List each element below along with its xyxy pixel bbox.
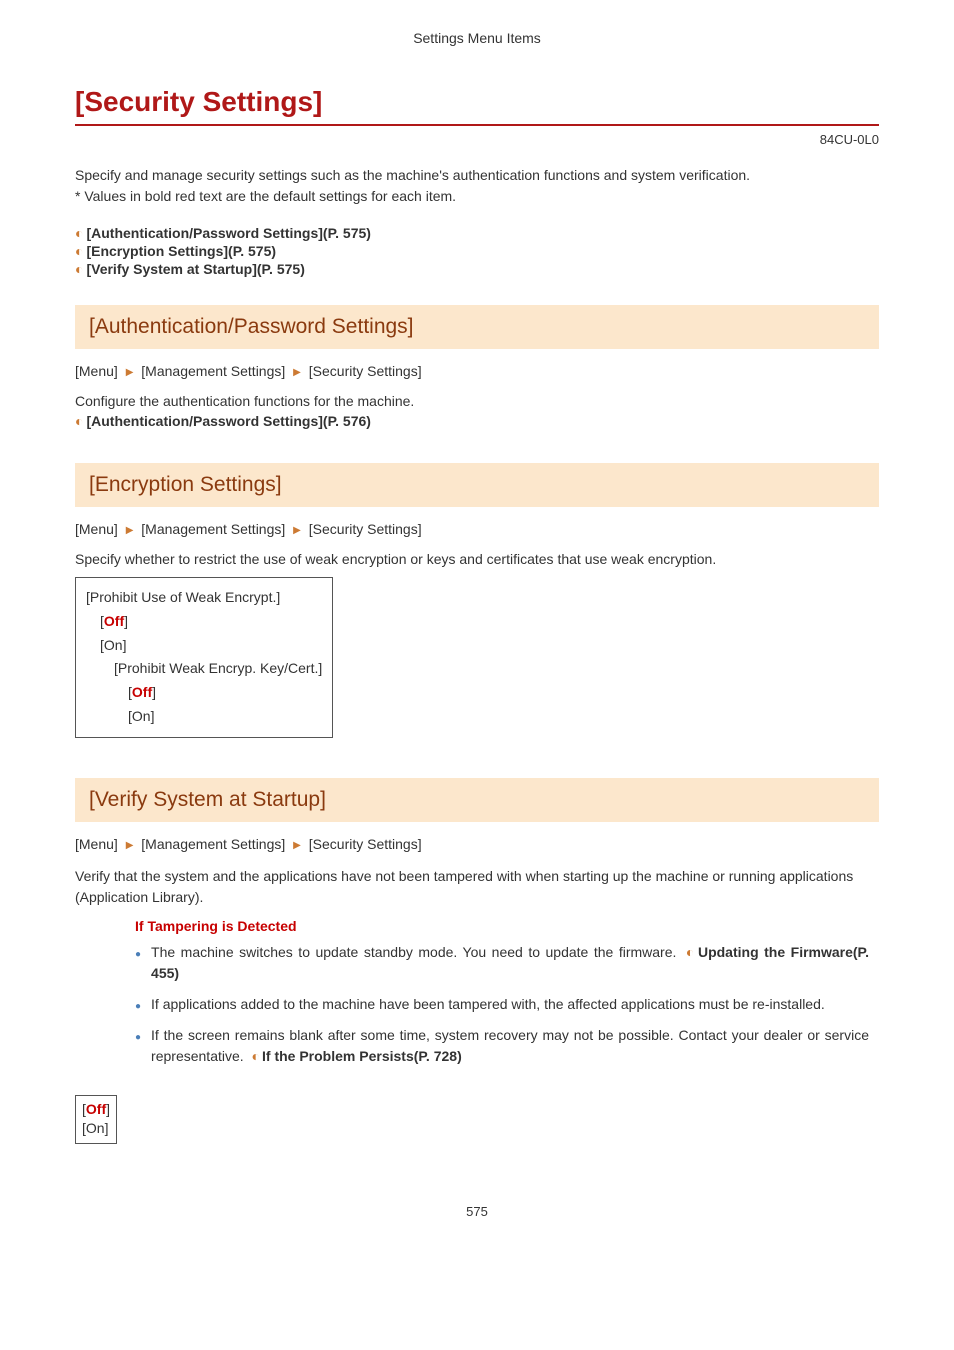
inline-link-problem-persists[interactable]: If the Problem Persists(P. 728) <box>262 1048 462 1064</box>
default-value: Off <box>104 613 124 629</box>
bullet-icon: ● <box>135 999 141 1015</box>
bullet-item: ● If the screen remains blank after some… <box>135 1025 869 1067</box>
bc-sec: [Security Settings] <box>309 521 422 537</box>
setting-label: [Prohibit Weak Encryp. Key/Cert.] <box>86 657 322 681</box>
bc-mgmt: [Management Settings] <box>141 836 285 852</box>
bc-menu: [Menu] <box>75 836 118 852</box>
link-icon: ◐ <box>75 226 83 240</box>
bullet-icon: ● <box>135 947 141 984</box>
bullet-text: The machine switches to update standby m… <box>151 942 869 984</box>
setting-option-off: [Off] <box>86 610 322 634</box>
link-icon: ◐ <box>75 244 83 258</box>
document-id: 84CU-0L0 <box>75 132 879 147</box>
bc-menu: [Menu] <box>75 521 118 537</box>
toc: ◐ [Authentication/Password Settings](P. … <box>75 225 879 277</box>
section-heading-auth: [Authentication/Password Settings] <box>75 305 879 349</box>
setting-option-on: [On] <box>86 705 322 729</box>
breadcrumb: [Menu] ▶ [Management Settings] ▶ [Securi… <box>75 521 879 537</box>
bullet-list: ● The machine switches to update standby… <box>135 942 869 1067</box>
setting-option-on: [On] <box>86 634 322 658</box>
setting-label: [Prohibit Use of Weak Encrypt.] <box>86 586 322 610</box>
sub-link-auth[interactable]: ◐ [Authentication/Password Settings](P. … <box>75 413 879 429</box>
bullet-item: ● The machine switches to update standby… <box>135 942 869 984</box>
page-container: Settings Menu Items [Security Settings] … <box>0 0 954 1279</box>
section-desc: Specify whether to restrict the use of w… <box>75 551 879 567</box>
callout-title: If Tampering is Detected <box>135 918 879 934</box>
section-desc: Configure the authentication functions f… <box>75 393 879 409</box>
page-header: Settings Menu Items <box>75 30 879 46</box>
toc-text: [Encryption Settings](P. 575) <box>86 243 276 259</box>
page-number: 575 <box>75 1204 879 1219</box>
bc-menu: [Menu] <box>75 363 118 379</box>
sub-link-text: [Authentication/Password Settings](P. 57… <box>86 413 370 429</box>
bc-sec: [Security Settings] <box>309 836 422 852</box>
setting-option-off: [Off] <box>82 1100 110 1120</box>
setting-option-on: [On] <box>82 1119 110 1139</box>
setting-option-off: [Off] <box>86 681 322 705</box>
intro-line-2: * Values in bold red text are the defaul… <box>75 186 879 207</box>
default-value: Off <box>86 1101 106 1117</box>
section-heading-verify: [Verify System at Startup] <box>75 778 879 822</box>
toc-item-encryption[interactable]: ◐ [Encryption Settings](P. 575) <box>75 243 879 259</box>
arrow-icon: ▶ <box>126 840 134 851</box>
bc-sec: [Security Settings] <box>309 363 422 379</box>
intro-block: Specify and manage security settings suc… <box>75 165 879 207</box>
link-icon: ◐ <box>252 1048 260 1064</box>
bc-mgmt: [Management Settings] <box>141 363 285 379</box>
section-desc: Verify that the system and the applicati… <box>75 866 879 908</box>
settings-box-verify: [Off] [On] <box>75 1095 117 1144</box>
arrow-icon: ▶ <box>126 367 134 378</box>
link-icon: ◐ <box>75 262 83 276</box>
bullet-text: If applications added to the machine hav… <box>151 994 869 1015</box>
arrow-icon: ▶ <box>293 367 301 378</box>
default-value: Off <box>132 684 152 700</box>
toc-text: [Verify System at Startup](P. 575) <box>86 261 304 277</box>
toc-text: [Authentication/Password Settings](P. 57… <box>86 225 370 241</box>
arrow-icon: ▶ <box>293 840 301 851</box>
arrow-icon: ▶ <box>293 525 301 536</box>
section-heading-encryption: [Encryption Settings] <box>75 463 879 507</box>
intro-line-1: Specify and manage security settings suc… <box>75 165 879 186</box>
toc-item-auth[interactable]: ◐ [Authentication/Password Settings](P. … <box>75 225 879 241</box>
bullet-icon: ● <box>135 1030 141 1067</box>
page-title: [Security Settings] <box>75 86 879 126</box>
breadcrumb: [Menu] ▶ [Management Settings] ▶ [Securi… <box>75 363 879 379</box>
settings-box-encryption: [Prohibit Use of Weak Encrypt.] [Off] [O… <box>75 577 333 738</box>
toc-item-verify[interactable]: ◐ [Verify System at Startup](P. 575) <box>75 261 879 277</box>
bullet-item: ● If applications added to the machine h… <box>135 994 869 1015</box>
arrow-icon: ▶ <box>126 525 134 536</box>
bc-mgmt: [Management Settings] <box>141 521 285 537</box>
link-icon: ◐ <box>75 414 83 428</box>
breadcrumb: [Menu] ▶ [Management Settings] ▶ [Securi… <box>75 836 879 852</box>
link-icon: ◐ <box>686 944 696 960</box>
bullet-text: If the screen remains blank after some t… <box>151 1025 869 1067</box>
